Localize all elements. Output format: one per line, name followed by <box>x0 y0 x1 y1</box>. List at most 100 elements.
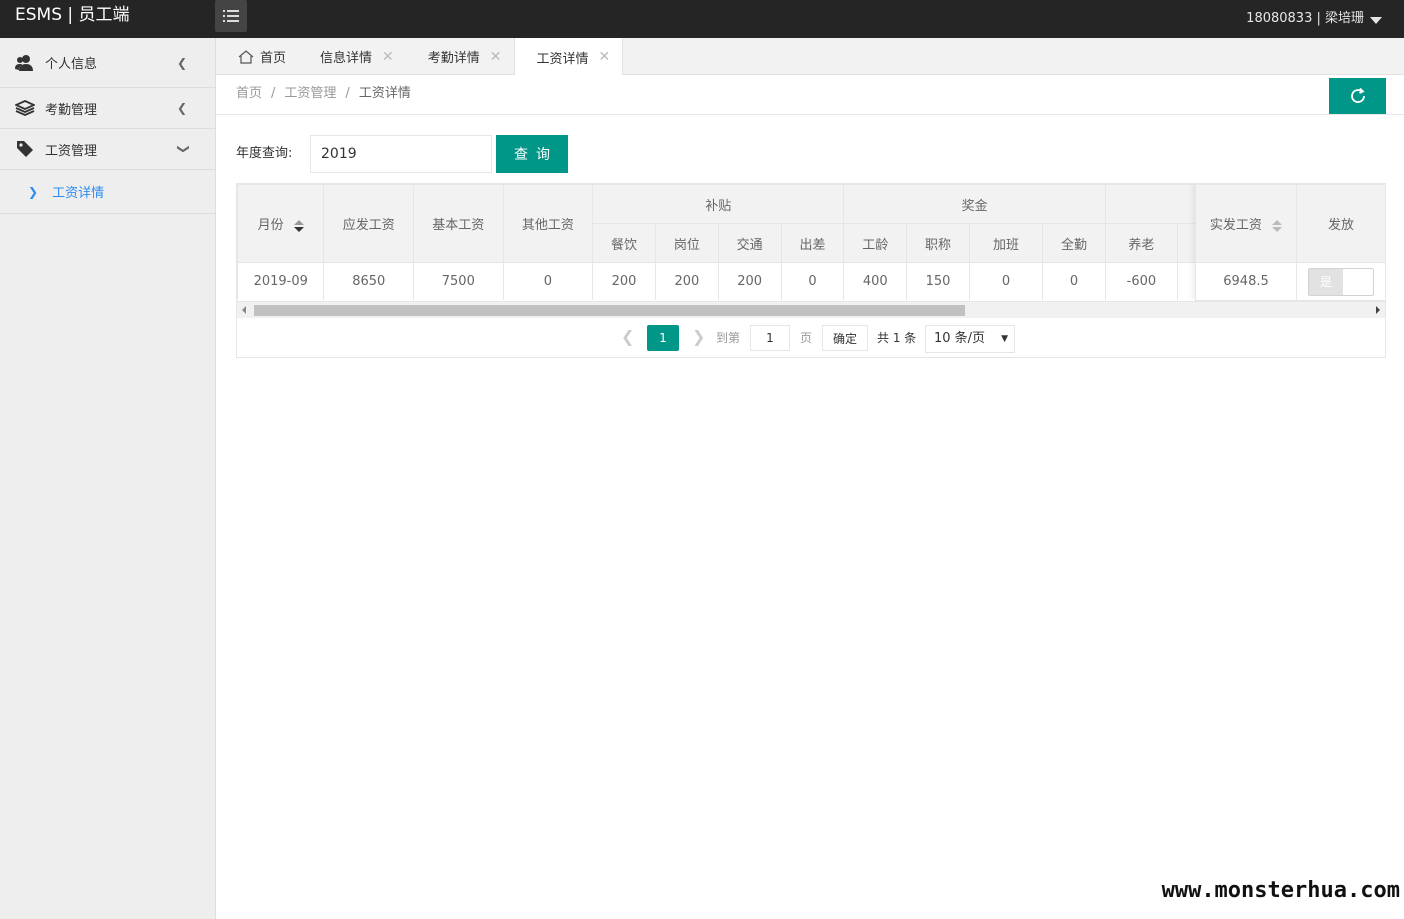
scrollbar-thumb[interactable] <box>254 305 965 316</box>
prev-page-icon[interactable]: ❮ <box>621 327 634 346</box>
cell-bonus-attendance: 0 <box>1042 262 1106 300</box>
cell-subsidy-post: 200 <box>654 262 719 300</box>
table-row: 2019-09 8650 7500 0 200 200 200 0 400 15… <box>237 262 1248 300</box>
breadcrumb-bar: 首页 / 工资管理 / 工资详情 <box>216 75 1404 115</box>
sort-icon[interactable] <box>1272 219 1283 232</box>
page-size-select[interactable]: 10 条/页 ▼ <box>925 325 1015 353</box>
sort-icon[interactable] <box>293 219 304 232</box>
list-icon <box>223 10 239 22</box>
salary-table: 月份 应发工资 基本工资 其他工资 补贴 奖金 餐饮 岗位 交通 出差 工龄 职… <box>236 183 1386 358</box>
chevron-left-icon: ❮ <box>176 56 187 70</box>
issued-toggle[interactable]: 是 <box>1308 267 1374 296</box>
tab-salary-detail[interactable]: 工资详情 ✕ <box>513 38 624 76</box>
close-icon[interactable]: ✕ <box>490 49 502 65</box>
col-subsidy-post: 岗位 <box>654 223 719 263</box>
col-subsidy-meal: 餐饮 <box>592 223 656 263</box>
page-current[interactable]: 1 <box>647 325 679 351</box>
chevron-right-icon: ❯ <box>28 184 39 199</box>
col-bonus-attendance: 全勤 <box>1042 223 1106 263</box>
page-tabs: 首页 信息详情 ✕ 考勤详情 ✕ 工资详情 ✕ <box>216 38 1404 76</box>
page-label: 页 <box>800 331 813 345</box>
cell-month: 2019-09 <box>237 262 325 300</box>
col-subsidy-transport: 交通 <box>717 223 782 263</box>
user-menu[interactable]: 18080833 | 梁培珊 <box>1246 0 1382 38</box>
sidebar: 个人信息 ❮ 考勤管理 ❮ 工资管理 ❮ ❯ 工资详情 <box>0 38 216 919</box>
tag-icon <box>15 139 35 159</box>
menu-toggle-button[interactable] <box>215 0 247 32</box>
cell-bonus-seniority: 400 <box>843 262 908 300</box>
cell-gross: 8650 <box>323 262 415 300</box>
col-bonus-seniority: 工龄 <box>843 223 908 263</box>
cell-subsidy-travel: 0 <box>780 262 845 300</box>
scroll-right-icon[interactable] <box>1376 306 1380 314</box>
col-subsidy-travel: 出差 <box>780 223 845 263</box>
year-query-label: 年度查询: <box>236 146 293 161</box>
col-group-subsidy: 补贴 <box>592 184 845 224</box>
goto-page-input[interactable] <box>750 325 790 351</box>
cell-base: 7500 <box>413 262 504 300</box>
tab-label: 工资详情 <box>536 51 589 67</box>
col-month[interactable]: 月份 <box>237 184 325 263</box>
top-header: ESMS | 员工端 18080833 | 梁培珊 <box>0 0 1404 38</box>
layers-icon <box>15 98 35 118</box>
sidebar-item-label: 个人信息 <box>45 57 98 72</box>
cell-bonus-title: 150 <box>906 262 970 300</box>
col-other: 其他工资 <box>502 184 594 263</box>
col-base: 基本工资 <box>413 184 504 263</box>
tab-label: 信息详情 <box>320 51 373 66</box>
scroll-left-icon[interactable] <box>242 306 246 314</box>
tab-info-detail[interactable]: 信息详情 ✕ <box>298 38 406 75</box>
refresh-icon <box>1350 87 1365 103</box>
cell-bonus-overtime: 0 <box>968 262 1044 300</box>
home-icon <box>238 49 254 64</box>
sidebar-item-personal-info[interactable]: 个人信息 ❮ <box>0 38 215 88</box>
sidebar-item-label: 工资管理 <box>45 143 98 159</box>
watermark: www.monsterhua.com <box>1159 878 1402 903</box>
table-fixed-right: 实发工资 发放 6948.5 是 <box>1195 184 1385 301</box>
dropdown-icon: ▼ <box>1001 334 1008 344</box>
close-icon[interactable]: ✕ <box>382 49 394 65</box>
col-pension: 养老 <box>1104 223 1178 263</box>
col-net-salary[interactable]: 实发工资 <box>1195 184 1297 263</box>
cell-issued: 是 <box>1296 262 1385 301</box>
users-icon <box>15 53 35 73</box>
cell-pension: -600 <box>1104 262 1178 300</box>
chevron-left-icon: ❮ <box>176 101 187 115</box>
goto-confirm-button[interactable]: 确定 <box>822 325 868 351</box>
sidebar-subitem-label: 工资详情 <box>52 186 105 201</box>
cell-other: 0 <box>502 262 594 300</box>
col-group-bonus: 奖金 <box>843 184 1106 224</box>
goto-label: 到第 <box>716 331 741 345</box>
sidebar-item-salary[interactable]: 工资管理 ❮ <box>0 129 215 170</box>
cell-net-salary: 6948.5 <box>1195 262 1297 301</box>
query-button[interactable]: 查询 <box>496 135 568 173</box>
sidebar-item-attendance[interactable]: 考勤管理 ❮ <box>0 88 215 129</box>
col-issued: 发放 <box>1296 184 1385 263</box>
sidebar-subitem-salary-detail[interactable]: ❯ 工资详情 <box>0 170 215 214</box>
col-bonus-title: 职称 <box>906 223 970 263</box>
col-bonus-overtime: 加班 <box>968 223 1044 263</box>
year-input[interactable] <box>310 135 492 173</box>
table-row: 6948.5 是 <box>1195 262 1385 301</box>
tab-label: 首页 <box>260 51 287 66</box>
tab-label: 考勤详情 <box>427 51 480 66</box>
cell-subsidy-meal: 200 <box>592 262 656 300</box>
tab-home[interactable]: 首页 <box>216 38 298 75</box>
next-page-icon[interactable]: ❯ <box>692 327 705 346</box>
close-icon[interactable]: ✕ <box>599 49 611 65</box>
caret-down-icon <box>1370 16 1382 24</box>
app-logo[interactable]: ESMS | 员工端 <box>15 0 130 38</box>
breadcrumb: 首页 / 工资管理 / 工资详情 <box>236 86 411 101</box>
pagination: ❮ 1 ❯ 到第 页 确定 共 1 条 10 条/页 ▼ <box>237 319 1385 357</box>
total-count: 共 1 条 <box>877 331 917 345</box>
breadcrumb-home[interactable]: 首页 <box>236 86 262 101</box>
tab-attendance-detail[interactable]: 考勤详情 ✕ <box>406 38 514 75</box>
breadcrumb-salary[interactable]: 工资管理 <box>284 86 336 101</box>
breadcrumb-current: 工资详情 <box>358 86 411 101</box>
refresh-button[interactable] <box>1329 78 1386 114</box>
user-name: 18080833 | 梁培珊 <box>1246 11 1364 26</box>
cell-subsidy-transport: 200 <box>717 262 782 300</box>
col-gross: 应发工资 <box>323 184 415 263</box>
sidebar-item-label: 考勤管理 <box>45 102 98 118</box>
horizontal-scrollbar[interactable] <box>237 301 1385 318</box>
